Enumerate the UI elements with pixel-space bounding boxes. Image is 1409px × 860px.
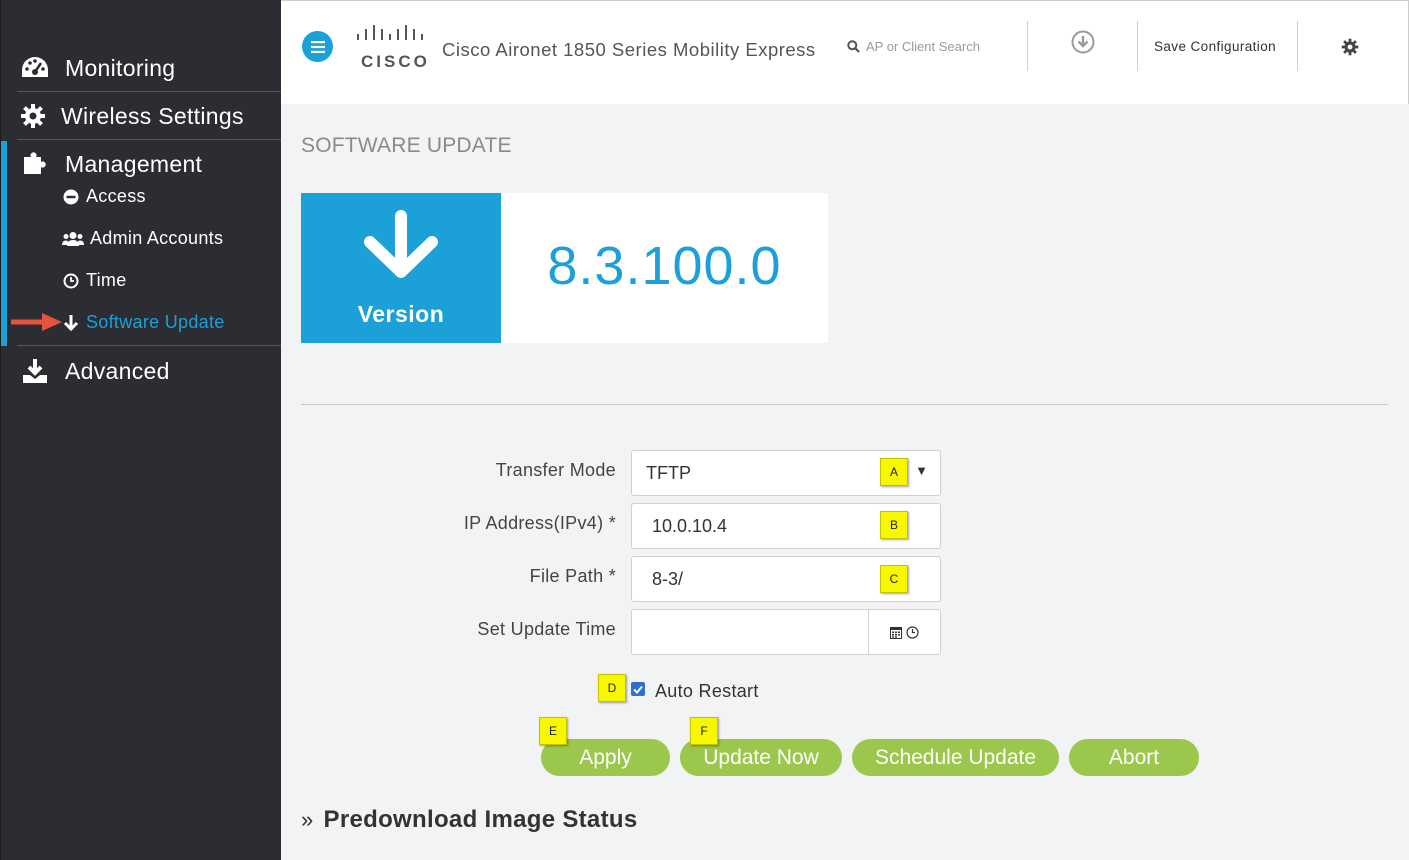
- sidebar-subitem-time[interactable]: Time: [62, 270, 127, 291]
- settings-gear-icon[interactable]: [1341, 38, 1359, 56]
- puzzle-icon: [19, 148, 51, 180]
- ip-address-label: IP Address(IPv4) *: [463, 513, 616, 533]
- version-tile: Version: [301, 193, 501, 343]
- version-download-arrow-icon: [364, 210, 438, 278]
- menu-button[interactable]: [302, 31, 333, 62]
- update-time-label: Set Update Time: [477, 619, 616, 639]
- sidebar-item-label: Management: [65, 150, 203, 177]
- header-separator: [1297, 21, 1298, 71]
- sidebar-subitem-label: Software Update: [86, 312, 225, 332]
- sidebar-subitem-admin-accounts[interactable]: Admin Accounts: [62, 228, 223, 249]
- header-separator: [1027, 21, 1028, 71]
- transfer-mode-value: TFTP: [646, 463, 691, 483]
- predownload-section-header[interactable]: » Predownload Image Status: [301, 806, 637, 834]
- version-value: 8.3.100.0: [547, 236, 782, 296]
- sidebar-item-label: Advanced: [65, 357, 170, 384]
- sidebar-item-wireless-settings[interactable]: Wireless Settings: [19, 100, 244, 132]
- sidebar-item-advanced[interactable]: Advanced: [19, 355, 170, 387]
- minus-circle-icon: [62, 188, 80, 206]
- transfer-mode-label: Transfer Mode: [495, 460, 616, 480]
- callout-arrow-icon: [11, 313, 62, 331]
- product-title: Cisco Aironet 1850 Series Mobility Expre…: [442, 39, 816, 60]
- sidebar-item-management[interactable]: Management: [19, 148, 202, 180]
- schedule-update-button[interactable]: Schedule Update: [852, 739, 1059, 776]
- download-tray-icon: [19, 355, 51, 387]
- annotation-marker-e: E: [539, 717, 567, 745]
- predownload-title: Predownload Image Status: [323, 806, 638, 833]
- annotation-marker-f: F: [690, 717, 718, 745]
- abort-button[interactable]: Abort: [1069, 739, 1199, 776]
- double-chevron-right-icon: »: [301, 807, 314, 832]
- file-path-value: 8-3/: [652, 569, 684, 589]
- version-value-box: 8.3.100.0: [501, 193, 828, 343]
- cisco-wordmark: CISCO: [361, 52, 430, 71]
- arrow-down-icon: [62, 314, 80, 332]
- gear-icon: [19, 100, 47, 132]
- file-path-label: File Path *: [529, 566, 616, 586]
- annotation-marker-d: D: [598, 674, 626, 702]
- divider: [17, 91, 281, 92]
- sidebar-item-label: Monitoring: [65, 54, 176, 81]
- download-circle-icon[interactable]: [1071, 30, 1095, 54]
- checkmark-icon: [633, 685, 643, 694]
- calendar-icon: [890, 626, 902, 639]
- cisco-logo: CISCO: [355, 25, 427, 71]
- chevron-down-icon: ▼: [915, 463, 928, 478]
- active-section-indicator: [1, 141, 7, 346]
- version-label: Version: [357, 301, 445, 327]
- sidebar-subitem-label: Time: [86, 270, 127, 290]
- save-configuration-link[interactable]: Save Configuration: [1154, 39, 1276, 54]
- search-box[interactable]: [847, 39, 1026, 54]
- ip-address-value: 10.0.10.4: [652, 516, 728, 536]
- cisco-bars-icon: [357, 25, 423, 40]
- search-input[interactable]: [866, 39, 1026, 54]
- page-title: SOFTWARE UPDATE: [301, 134, 512, 157]
- sidebar-item-monitoring[interactable]: Monitoring: [19, 52, 175, 84]
- divider: [17, 139, 281, 140]
- annotation-marker-b: B: [880, 511, 908, 539]
- annotation-marker-a: A: [880, 458, 908, 486]
- sidebar-item-label: Wireless Settings: [61, 102, 244, 129]
- sidebar-subitem-label: Admin Accounts: [90, 228, 224, 248]
- auto-restart-label: Auto Restart: [655, 681, 759, 701]
- search-icon: [847, 40, 860, 53]
- users-icon: [62, 230, 84, 248]
- datetime-picker-button[interactable]: [868, 610, 940, 654]
- divider: [17, 345, 281, 346]
- sidebar-subitem-software-update[interactable]: Software Update: [62, 312, 225, 333]
- dashboard-icon: [19, 52, 51, 84]
- header-separator: [1137, 21, 1138, 71]
- hamburger-icon: [310, 40, 325, 53]
- sidebar-subitem-access[interactable]: Access: [62, 186, 146, 207]
- update-time-field[interactable]: [631, 609, 941, 655]
- annotation-marker-c: C: [880, 565, 908, 593]
- clock-icon: [906, 625, 919, 639]
- sidebar: Monitoring Wireless Settings Management …: [0, 0, 281, 860]
- clock-icon: [62, 272, 80, 290]
- section-divider: [301, 404, 1388, 405]
- auto-restart-checkbox[interactable]: [631, 682, 645, 696]
- sidebar-subitem-label: Access: [86, 186, 146, 206]
- top-header: CISCO Cisco Aironet 1850 Series Mobility…: [281, 0, 1409, 104]
